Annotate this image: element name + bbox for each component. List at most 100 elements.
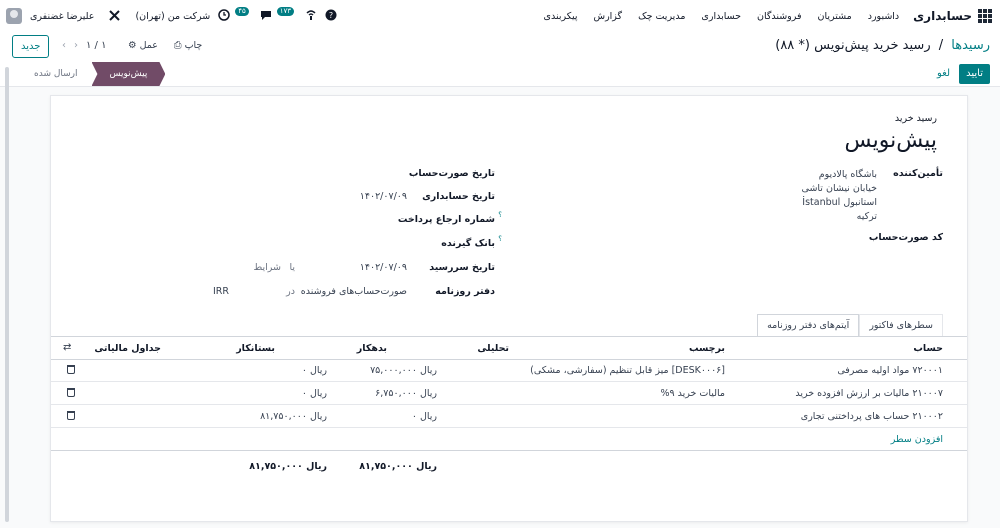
form-sheet: رسید خرید پیش‌نویس تأمین‌کننده باشگاه پا… — [50, 95, 968, 522]
printer-icon: ⎙ — [173, 40, 182, 51]
billing-reference-label: کد صورت‌حساب — [868, 232, 943, 243]
document-title: پیش‌نویس — [844, 128, 937, 153]
due-date-field[interactable]: ۱۴۰۲/۰۷/۰۹ — [360, 262, 407, 273]
header-account[interactable]: حساب — [913, 343, 943, 354]
header-credit[interactable]: بستانکار — [236, 343, 275, 354]
help-icon[interactable]: ? — [325, 9, 337, 23]
user-name[interactable]: علیرضا غضنفری — [30, 11, 94, 22]
header-debit[interactable]: بدهکار — [357, 343, 387, 354]
action-menu[interactable]: ⚙ عمل — [128, 40, 158, 51]
tab-invoice-lines[interactable]: سطرهای فاکتور — [859, 314, 943, 337]
totals-row: ریال ۸۱,۷۵۰,۰۰۰ ریال ۸۱,۷۵۰,۰۰۰ — [51, 451, 967, 479]
header-label[interactable]: برچسب — [689, 343, 725, 354]
vendor-city: استانبول İstanbul — [802, 197, 877, 208]
pager-prev-icon[interactable]: ‹ — [62, 40, 66, 51]
currency-field[interactable]: IRR — [213, 286, 229, 297]
tab-journal-items[interactable]: آیتم‌های دفتر روزنامه — [757, 314, 860, 337]
vendor-label: تأمین‌کننده — [893, 168, 943, 179]
optional-columns-icon[interactable]: ⇄ — [63, 342, 71, 353]
status-bar: تایید لغو ارسال شده پیش‌نویس — [0, 62, 1000, 87]
svg-text:?: ? — [329, 11, 333, 20]
activity-badge: ۴۵ — [235, 6, 249, 16]
phone-icon[interactable] — [305, 9, 317, 23]
header-tax-grids[interactable]: جداول مالیاتی — [94, 343, 161, 354]
payment-reference-label: شماره ارجاع پرداخت — [397, 214, 495, 225]
row-debit[interactable]: ریال ۶,۷۵۰,۰۰۰ — [375, 388, 437, 399]
status-pipeline: ارسال شده پیش‌نویس — [20, 62, 166, 86]
row-label[interactable]: مالیات خرید ۹% — [660, 388, 725, 399]
confirm-button[interactable]: تایید — [959, 64, 990, 84]
row-account[interactable]: ۲۱۰۰۰۷ مالیات بر ارزش افزوده خرید — [795, 388, 943, 399]
payment-terms-field[interactable]: شرایط — [253, 262, 281, 273]
breadcrumb-current: رسید خرید پیش‌نویس (* ۸۸) — [775, 38, 931, 53]
app-title[interactable]: حسابداری — [913, 9, 972, 23]
gear-icon: ⚙ — [128, 40, 137, 51]
accounting-date-field[interactable]: ۱۴۰۲/۰۷/۰۹ — [360, 191, 407, 202]
document-type: رسید خرید — [894, 113, 937, 124]
menu-item-dashboard[interactable]: داشبورد — [868, 11, 899, 22]
row-account[interactable]: ۷۲۰۰۰۱ مواد اولیه مصرفی — [837, 365, 943, 376]
header-analytic[interactable]: تحلیلی — [477, 343, 509, 354]
in-label: در — [286, 286, 295, 297]
tools-icon[interactable] — [108, 9, 121, 24]
main-menu: داشبورد مشتریان فروشندگان حسابداری مدیری… — [544, 11, 900, 22]
pager: ‹ › ۱ / ۱ — [62, 40, 106, 51]
breadcrumb-separator: / — [938, 38, 944, 53]
vendor-street: خیابان نیشان تاشی — [801, 183, 877, 194]
menu-item-check-management[interactable]: مدیریت چک — [638, 11, 685, 22]
row-account[interactable]: ۲۱۰۰۰۲ حساب های پرداختنی تجاری — [801, 411, 943, 422]
add-line-link[interactable]: افزودن سطر — [891, 434, 943, 445]
help-tooltip-icon[interactable]: ؟ — [498, 235, 502, 243]
menu-item-reporting[interactable]: گزارش — [593, 11, 622, 22]
trash-icon[interactable] — [67, 388, 75, 400]
table-header: حساب برچسب تحلیلی بدهکار بستانکار جداول … — [51, 336, 967, 360]
row-label[interactable]: [DESK۰۰۰۶] میز قابل تنظیم (سفارشی، مشکی) — [530, 365, 725, 376]
menu-item-accounting[interactable]: حسابداری — [701, 11, 741, 22]
notebook-tabs: سطرهای فاکتور آیتم‌های دفتر روزنامه — [757, 314, 943, 337]
row-credit[interactable]: ریال ۸۱,۷۵۰,۰۰۰ — [260, 411, 327, 422]
apps-menu-icon[interactable] — [978, 9, 992, 23]
clock-icon[interactable] — [218, 9, 230, 23]
cancel-button[interactable]: لغو — [937, 68, 950, 79]
recipient-bank-label: بانک گیرنده — [441, 238, 495, 249]
journal-field[interactable]: صورت‌حساب‌های فروشنده — [301, 286, 407, 297]
print-menu[interactable]: ⎙ چاپ — [174, 40, 202, 51]
or-label: یا — [289, 262, 295, 273]
total-credit: ریال ۸۱,۷۵۰,۰۰۰ — [249, 461, 327, 472]
menu-item-configuration[interactable]: پیکربندی — [544, 11, 578, 22]
help-tooltip-icon[interactable]: ؟ — [498, 211, 502, 219]
action-label: عمل — [139, 40, 158, 51]
pager-value[interactable]: ۱ / ۱ — [86, 40, 106, 51]
company-switcher[interactable]: شرکت من (تهران) — [135, 11, 210, 22]
status-draft[interactable]: پیش‌نویس — [91, 62, 166, 86]
systray: علیرضا غضنفری شرکت من (تهران) ۴۵ ۱۷۳ ? — [6, 0, 337, 32]
table-row[interactable]: ۲۱۰۰۰۷ مالیات بر ارزش افزوده خرید مالیات… — [51, 382, 967, 405]
invoice-date-label: تاریخ صورت‌حساب — [408, 168, 495, 179]
row-debit[interactable]: ریال ۰ — [412, 411, 437, 422]
table-row[interactable]: ۲۱۰۰۰۲ حساب های پرداختنی تجاری ریال ۰ ری… — [51, 405, 967, 428]
vendor-country: ترکیه — [856, 211, 877, 222]
due-date-label: تاریخ سررسید — [429, 262, 495, 273]
row-credit[interactable]: ریال ۰ — [302, 365, 327, 376]
breadcrumb-receipts[interactable]: رسیدها — [951, 38, 990, 53]
new-button[interactable]: جدید — [12, 35, 50, 58]
control-panel: رسیدها / رسید خرید پیش‌نویس (* ۸۸) جدید … — [0, 32, 1000, 63]
vendor-name: باشگاه پالادیوم — [818, 169, 877, 180]
row-credit[interactable]: ریال ۰ — [302, 388, 327, 399]
user-avatar[interactable] — [6, 8, 22, 24]
pager-next-icon[interactable]: › — [74, 40, 78, 51]
table-row[interactable]: ۷۲۰۰۰۱ مواد اولیه مصرفی [DESK۰۰۰۶] میز ق… — [51, 359, 967, 382]
accounting-date-label: تاریخ حسابداری — [422, 191, 495, 202]
chat-icon[interactable] — [260, 9, 272, 23]
message-badge: ۱۷۳ — [276, 6, 294, 16]
scrollbar[interactable] — [5, 67, 9, 522]
cp-actions: ⚙ عمل ⎙ چاپ — [128, 40, 202, 51]
menu-item-customers[interactable]: مشتریان — [818, 11, 852, 22]
trash-icon[interactable] — [67, 365, 75, 377]
menu-item-vendors[interactable]: فروشندگان — [757, 11, 802, 22]
row-debit[interactable]: ریال ۷۵,۰۰۰,۰۰۰ — [370, 365, 437, 376]
trash-icon[interactable] — [67, 411, 75, 423]
add-line-row: افزودن سطر — [51, 428, 967, 451]
vendor-address[interactable]: باشگاه پالادیوم خیابان نیشان تاشی استانب… — [802, 168, 877, 224]
status-posted[interactable]: ارسال شده — [20, 62, 92, 86]
